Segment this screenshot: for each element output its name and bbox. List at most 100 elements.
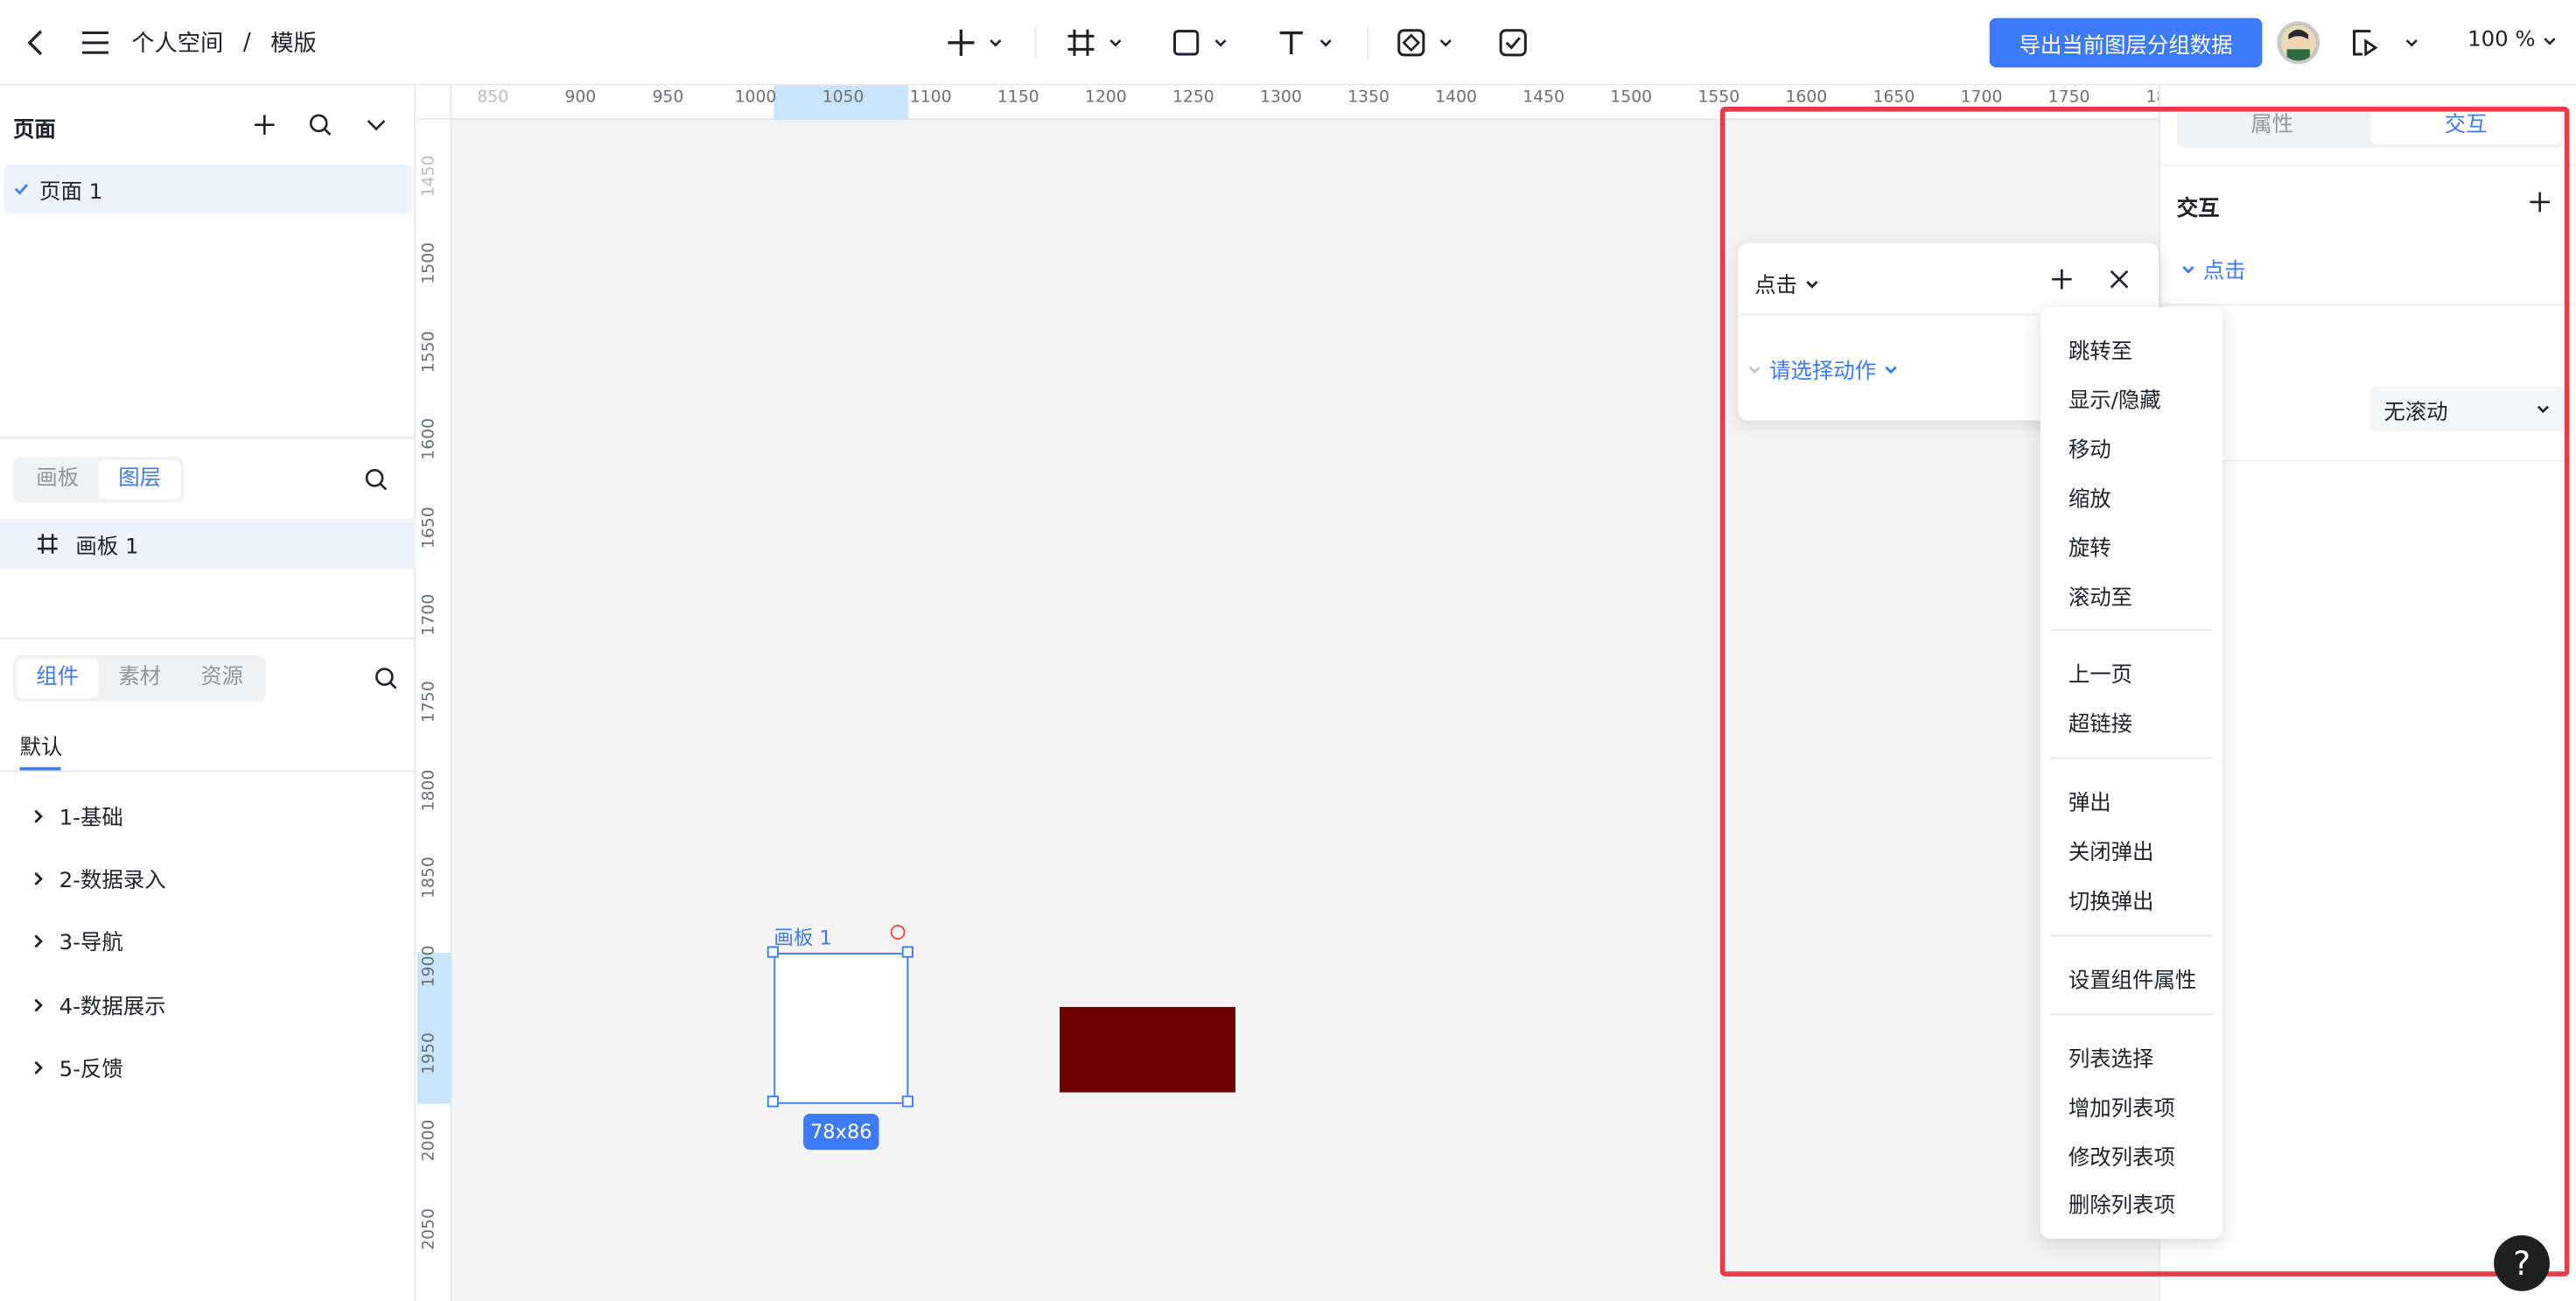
tab-properties[interactable]: 属性 bbox=[2177, 105, 2368, 148]
insert-tool[interactable] bbox=[945, 23, 1004, 62]
resize-handle[interactable] bbox=[766, 1095, 779, 1108]
tree-item[interactable]: 4-数据展示 bbox=[30, 989, 166, 1020]
search-icon[interactable] bbox=[307, 112, 333, 138]
close-icon[interactable] bbox=[2108, 268, 2131, 290]
chevron-down-icon bbox=[1806, 280, 1818, 288]
ruler-top-label: 850 bbox=[477, 88, 509, 108]
shape-tool[interactable] bbox=[1170, 23, 1229, 62]
component-tool[interactable] bbox=[1395, 23, 1454, 62]
interaction-trigger[interactable]: 点击 bbox=[2180, 253, 2246, 284]
tree-item[interactable]: 3-导航 bbox=[30, 925, 123, 956]
ruler-left-label: 1950 bbox=[420, 1032, 439, 1074]
artboard[interactable] bbox=[774, 952, 909, 1104]
menu-item-delete-list-item[interactable]: 删除列表项 bbox=[2068, 1187, 2175, 1219]
tree-item[interactable]: 1-基础 bbox=[30, 800, 123, 831]
menu-item-jump-to[interactable]: 跳转至 bbox=[2068, 333, 2132, 365]
page-item[interactable]: 页面 1 bbox=[3, 164, 413, 214]
review-tool[interactable] bbox=[1496, 23, 1530, 62]
menu-item-move[interactable]: 移动 bbox=[2068, 432, 2111, 463]
frame-tool[interactable] bbox=[1065, 23, 1124, 62]
text-tool[interactable] bbox=[1275, 23, 1334, 62]
chevron-right-icon bbox=[34, 1060, 43, 1074]
avatar[interactable] bbox=[2277, 21, 2320, 65]
breadcrumb-separator: / bbox=[242, 29, 251, 56]
scroll-select[interactable]: 无滚动 bbox=[2370, 386, 2565, 432]
chevron-down-icon bbox=[1439, 39, 1452, 47]
panel-divider bbox=[0, 637, 416, 640]
add-page-icon[interactable] bbox=[251, 112, 277, 138]
ruler-top-label: 1650 bbox=[1872, 88, 1915, 108]
search-icon[interactable] bbox=[363, 466, 389, 493]
menu-item-hyperlink[interactable]: 超链接 bbox=[2068, 706, 2132, 738]
menu-separator bbox=[2050, 934, 2214, 937]
tree-item[interactable]: 2-数据录入 bbox=[30, 863, 166, 893]
back-arrow-icon[interactable] bbox=[20, 26, 53, 59]
breadcrumb-file[interactable]: 模版 bbox=[270, 26, 317, 59]
ruler-top-label: 1000 bbox=[734, 88, 777, 108]
resize-handle[interactable] bbox=[901, 1095, 914, 1108]
menu-item-rotate[interactable]: 旋转 bbox=[2068, 530, 2111, 562]
chevron-right-icon bbox=[34, 934, 43, 948]
resize-handle[interactable] bbox=[901, 946, 914, 958]
menu-item-show-hide[interactable]: 显示/隐藏 bbox=[2068, 382, 2161, 414]
menu-item-popup[interactable]: 弹出 bbox=[2068, 785, 2111, 816]
menu-item-scale[interactable]: 缩放 bbox=[2068, 481, 2111, 513]
artboard-label[interactable]: 画板 1 bbox=[774, 923, 832, 951]
menu-item-add-list-item[interactable]: 增加列表项 bbox=[2068, 1091, 2175, 1122]
dark-red-rectangle[interactable] bbox=[1060, 1006, 1236, 1093]
menu-item-edit-list-item[interactable]: 修改列表项 bbox=[2068, 1140, 2175, 1172]
ruler-left-label: 1900 bbox=[420, 944, 439, 987]
ruler-left-label: 1550 bbox=[420, 331, 439, 373]
menu-item-list-select[interactable]: 列表选择 bbox=[2068, 1041, 2154, 1073]
ruler-top-label: 1550 bbox=[1698, 88, 1740, 108]
tab-interaction[interactable]: 交互 bbox=[2370, 108, 2562, 145]
tab-artboards[interactable]: 画板 bbox=[17, 460, 99, 500]
tab-default[interactable]: 默认 bbox=[20, 730, 63, 760]
chevron-down-icon bbox=[1748, 365, 1760, 374]
chevron-right-icon bbox=[34, 871, 43, 885]
resize-handle[interactable] bbox=[766, 946, 779, 958]
breadcrumb-space[interactable]: 个人空间 bbox=[131, 26, 223, 59]
tab-materials[interactable]: 素材 bbox=[99, 659, 181, 698]
action-select[interactable]: 请选择动作 bbox=[1746, 353, 1900, 384]
ruler-top-label: 950 bbox=[652, 88, 684, 108]
play-icon bbox=[2353, 30, 2378, 57]
ruler-left-label: 1750 bbox=[420, 682, 439, 724]
tree-item-label: 5-反馈 bbox=[59, 1058, 123, 1083]
add-action-icon[interactable] bbox=[2050, 268, 2073, 290]
menu-icon[interactable] bbox=[79, 26, 112, 59]
zoom-control[interactable]: 100 % bbox=[2468, 28, 2558, 52]
menu-item-scroll-to[interactable]: 滚动至 bbox=[2068, 580, 2132, 611]
ruler-left-label: 1600 bbox=[420, 418, 439, 461]
export-layer-groups-button[interactable]: 导出当前图层分组数据 bbox=[1989, 17, 2263, 67]
search-icon[interactable] bbox=[373, 665, 399, 691]
help-button[interactable]: ? bbox=[2494, 1235, 2550, 1291]
breadcrumb: 个人空间 / 模版 bbox=[131, 26, 317, 59]
tree-item[interactable]: 5-反馈 bbox=[30, 1052, 123, 1083]
ruler-top-label: 1300 bbox=[1260, 88, 1302, 108]
menu-item-previous-page[interactable]: 上一页 bbox=[2068, 657, 2132, 689]
menu-item-close-popup[interactable]: 关闭弹出 bbox=[2068, 835, 2154, 865]
menu-separator bbox=[2050, 757, 2214, 759]
tab-components[interactable]: 组件 bbox=[16, 658, 99, 698]
ruler-top-label: 1600 bbox=[1785, 88, 1828, 108]
chevron-right-icon bbox=[34, 808, 43, 822]
frame-icon bbox=[38, 534, 58, 554]
chevron-down-icon[interactable] bbox=[363, 112, 389, 138]
trigger-select[interactable]: 点击 bbox=[1754, 268, 1820, 299]
rotate-handle[interactable] bbox=[890, 925, 906, 940]
zoom-level: 100 % bbox=[2468, 27, 2536, 53]
add-interaction-icon[interactable] bbox=[2529, 191, 2552, 213]
left-panel: 页面 页面 1 画板 图层 画板 1 组件 素材 资源 默认 1-基础 2-数据… bbox=[0, 85, 416, 1301]
ruler-top-label: 1750 bbox=[2048, 88, 2090, 108]
tab-resources[interactable]: 资源 bbox=[181, 659, 263, 698]
menu-item-set-component-property[interactable]: 设置组件属性 bbox=[2068, 962, 2196, 994]
tab-layers[interactable]: 图层 bbox=[98, 459, 181, 500]
preview-tool[interactable] bbox=[2348, 23, 2420, 62]
layer-item[interactable]: 画板 1 bbox=[0, 519, 416, 569]
ruler-top-label: 1050 bbox=[822, 88, 864, 108]
chevron-down-icon bbox=[2537, 405, 2550, 414]
pages-title: 页面 bbox=[13, 118, 56, 143]
menu-item-toggle-popup[interactable]: 切换弹出 bbox=[2068, 884, 2154, 915]
popover-header: 点击 bbox=[1738, 243, 2160, 316]
